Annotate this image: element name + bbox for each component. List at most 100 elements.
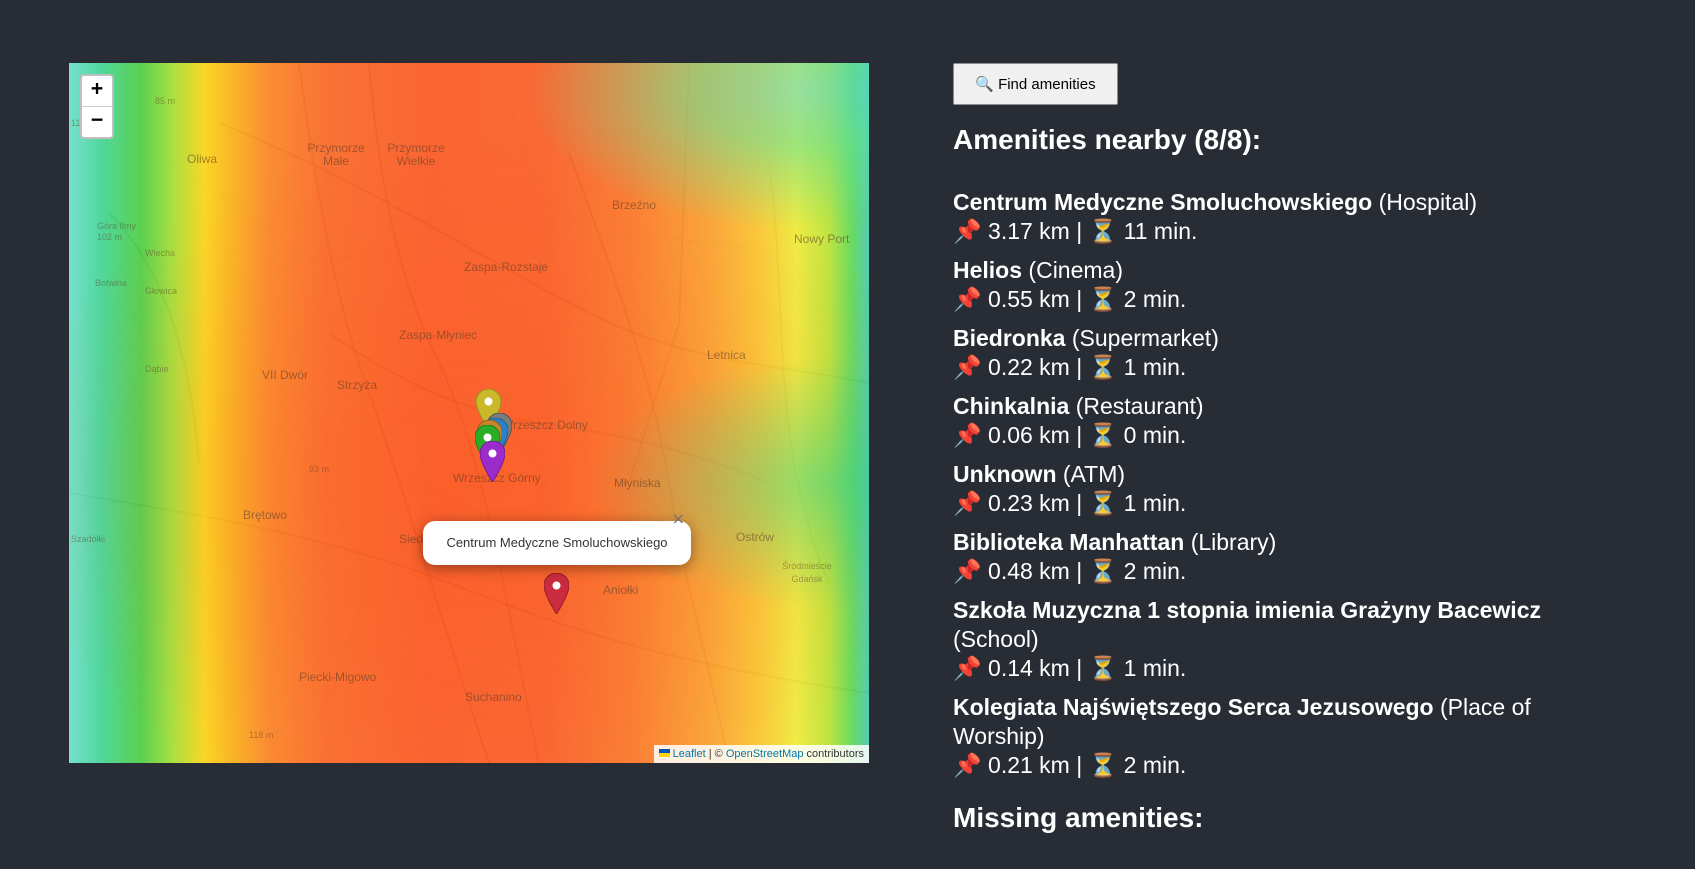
pin-icon: 📌 bbox=[953, 752, 982, 778]
map-label: Zaspa-Rozstaje bbox=[464, 260, 549, 274]
map-label: Dąbie bbox=[145, 364, 169, 374]
amenity-meta: 📌 0.48 km | ⏳ 2 min. bbox=[953, 558, 1187, 584]
map-popup: Centrum Medyczne Smoluchowskiego × bbox=[423, 509, 691, 580]
map-label: Botwina bbox=[95, 278, 128, 288]
map-label: Śródmieście Gdańsk bbox=[782, 561, 832, 584]
amenity-type: (Supermarket) bbox=[1071, 325, 1219, 351]
amenity-name: Centrum Medyczne Smoluchowskiego bbox=[953, 189, 1373, 215]
pin-icon: 📌 bbox=[953, 422, 982, 448]
hourglass-icon: ⏳ bbox=[1088, 558, 1118, 584]
pin-icon: 📌 bbox=[953, 218, 982, 244]
amenity-name: Biblioteka Manhattan bbox=[953, 529, 1185, 555]
amenity-meta: 📌 0.06 km | ⏳ 0 min. bbox=[953, 422, 1187, 448]
amenity-name: Unknown bbox=[953, 461, 1057, 487]
amenity-time: 1 min. bbox=[1123, 655, 1187, 681]
map-container[interactable]: Oliwa Przymorze Małe Przymorze Wielkie B… bbox=[69, 63, 869, 763]
map-label: Wiecha bbox=[145, 248, 176, 258]
map-label: Brętowo bbox=[243, 508, 288, 522]
amenity-type: (School) bbox=[953, 626, 1039, 652]
pin-icon: 📌 bbox=[953, 354, 982, 380]
amenity-item: Helios (Cinema) 📌 0.55 km | ⏳ 2 min. bbox=[953, 256, 1573, 314]
amenity-type: (Cinema) bbox=[1028, 257, 1123, 283]
map-label: Letnica bbox=[707, 348, 746, 362]
map-label: Ostrów bbox=[736, 530, 775, 544]
amenities-heading: Amenities nearby (8/8): bbox=[953, 124, 1262, 155]
amenity-distance: 0.21 km bbox=[988, 752, 1070, 778]
amenity-distance: 3.17 km bbox=[988, 218, 1070, 244]
amenity-time: 2 min. bbox=[1123, 752, 1187, 778]
amenity-item: Biblioteka Manhattan (Library) 📌 0.48 km … bbox=[953, 528, 1573, 586]
pin-icon: 📌 bbox=[953, 490, 982, 516]
amenity-item: Kolegiata Najświętszego Serca Jezusowego… bbox=[953, 693, 1573, 780]
amenity-time: 0 min. bbox=[1123, 422, 1187, 448]
amenity-item: Centrum Medyczne Smoluchowskiego (Hospit… bbox=[953, 188, 1573, 246]
amenity-name: Chinkalnia bbox=[953, 393, 1070, 419]
amenity-item: Chinkalnia (Restaurant) 📌 0.06 km | ⏳ 0 m… bbox=[953, 392, 1573, 450]
popup-text: Centrum Medyczne Smoluchowskiego bbox=[446, 535, 668, 550]
map-label: 102 m bbox=[97, 232, 123, 242]
hourglass-icon: ⏳ bbox=[1088, 218, 1118, 244]
amenity-time: 11 min. bbox=[1123, 218, 1198, 244]
map-label: Strzyża bbox=[337, 378, 378, 392]
find-amenities-label: Find amenities bbox=[998, 75, 1096, 93]
marker-violet[interactable] bbox=[480, 441, 505, 482]
amenity-distance: 0.06 km bbox=[988, 422, 1070, 448]
map-label: Brzeźno bbox=[612, 198, 657, 212]
hourglass-icon: ⏳ bbox=[1088, 422, 1118, 448]
amenity-meta: 📌 0.55 km | ⏳ 2 min. bbox=[953, 286, 1187, 312]
map-label: Przymorze Małe bbox=[307, 141, 365, 168]
pin-icon: 📌 bbox=[953, 286, 982, 312]
amenity-distance: 0.48 km bbox=[988, 558, 1070, 584]
hourglass-icon: ⏳ bbox=[1088, 655, 1118, 681]
map-label: 118 m bbox=[249, 730, 274, 740]
map-label: Szadółki bbox=[71, 534, 106, 544]
map-label: Oliwa bbox=[187, 152, 218, 166]
amenity-type: (Library) bbox=[1190, 529, 1277, 555]
amenity-meta: 📌 0.14 km | ⏳ 1 min. bbox=[953, 655, 1187, 681]
amenity-meta: 📌 3.17 km | ⏳ 11 min. bbox=[953, 218, 1198, 244]
marker-red[interactable] bbox=[544, 573, 569, 614]
popup-close-icon[interactable]: × bbox=[672, 509, 685, 528]
leaflet-link[interactable]: Leaflet bbox=[673, 748, 706, 760]
amenity-distance: 0.14 km bbox=[988, 655, 1070, 681]
amenity-type: (Restaurant) bbox=[1075, 393, 1204, 419]
amenity-time: 1 min. bbox=[1123, 490, 1187, 516]
map-label: Młyniska bbox=[614, 476, 661, 490]
hourglass-icon: ⏳ bbox=[1088, 286, 1118, 312]
amenity-distance: 0.23 km bbox=[988, 490, 1070, 516]
amenity-item: Szkoła Muzyczna 1 stopnia imienia Grażyn… bbox=[953, 596, 1573, 683]
missing-amenities-heading: Missing amenities: bbox=[953, 802, 1204, 833]
amenity-time: 1 min. bbox=[1123, 354, 1187, 380]
hourglass-icon: ⏳ bbox=[1088, 490, 1118, 516]
amenity-name: Kolegiata Najświętszego Serca Jezusowego bbox=[953, 694, 1434, 720]
amenity-distance: 0.55 km bbox=[988, 286, 1070, 312]
amenity-item: Unknown (ATM) 📌 0.23 km | ⏳ 1 min. bbox=[953, 460, 1573, 518]
amenity-name: Helios bbox=[953, 257, 1023, 283]
pin-icon: 📌 bbox=[953, 655, 982, 681]
amenity-time: 2 min. bbox=[1123, 286, 1187, 312]
map-label: Piecki-Migowo bbox=[299, 670, 377, 684]
map-attribution: Leaflet | © OpenStreetMap contributors bbox=[653, 745, 869, 763]
amenity-item: Biedronka (Supermarket) 📌 0.22 km | ⏳ 1 m… bbox=[953, 324, 1573, 382]
openstreetmap-link[interactable]: OpenStreetMap bbox=[726, 748, 804, 760]
search-icon: 🔍 bbox=[975, 76, 995, 93]
amenity-type: (ATM) bbox=[1062, 461, 1126, 487]
map-label: Wrzeszcz Dolny bbox=[502, 418, 588, 432]
find-amenities-button[interactable]: 🔍 Find amenities bbox=[953, 63, 1118, 105]
attribution-separator: | © bbox=[705, 748, 726, 760]
attribution-contributors: contributors bbox=[803, 748, 864, 760]
amenities-list: Centrum Medyczne Smoluchowskiego (Hospit… bbox=[953, 188, 1573, 790]
amenity-meta: 📌 0.23 km | ⏳ 1 min. bbox=[953, 490, 1187, 516]
pin-icon: 📌 bbox=[953, 558, 982, 584]
amenity-type: (Hospital) bbox=[1378, 189, 1478, 215]
hourglass-icon: ⏳ bbox=[1088, 354, 1118, 380]
zoom-out-button[interactable]: − bbox=[82, 106, 112, 137]
map-label: 93 m bbox=[309, 464, 330, 474]
map-label: Przymorze Wielkie bbox=[387, 141, 445, 168]
amenity-meta: 📌 0.21 km | ⏳ 2 min. bbox=[953, 752, 1187, 778]
map-label: Nowy Port bbox=[794, 232, 850, 246]
zoom-in-button[interactable]: + bbox=[82, 76, 112, 106]
map-label: Aniołki bbox=[603, 583, 639, 597]
zoom-control: + − bbox=[80, 74, 114, 139]
amenity-name: Szkoła Muzyczna 1 stopnia imienia Grażyn… bbox=[953, 597, 1541, 623]
